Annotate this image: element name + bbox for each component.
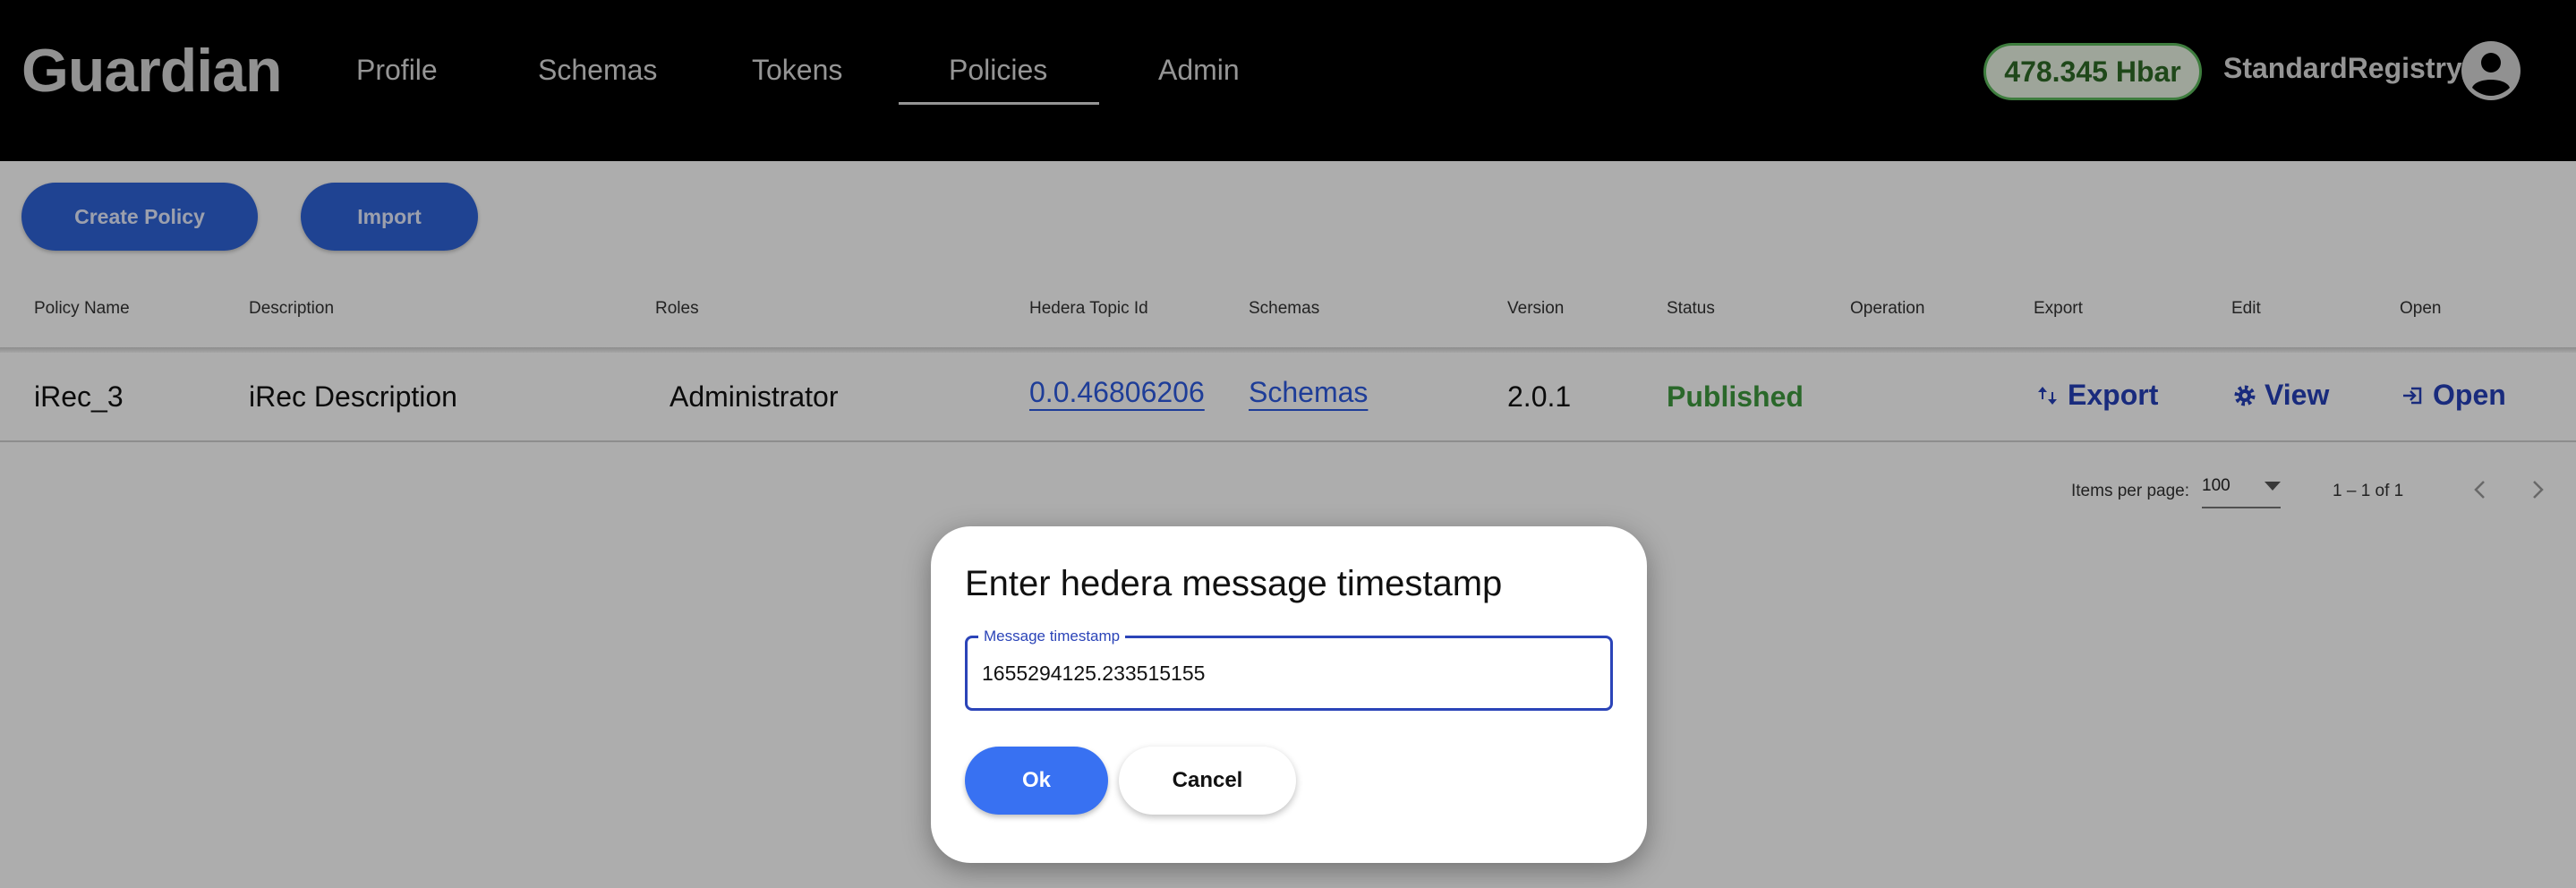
message-timestamp-label: Message timestamp: [978, 628, 1126, 645]
cancel-button[interactable]: Cancel: [1119, 747, 1296, 815]
message-timestamp-input[interactable]: [982, 662, 1599, 686]
message-timestamp-field[interactable]: Message timestamp: [965, 628, 1613, 711]
ok-button[interactable]: Ok: [965, 747, 1108, 815]
timestamp-dialog: Enter hedera message timestamp Message t…: [931, 526, 1647, 863]
dialog-title: Enter hedera message timestamp: [965, 564, 1503, 603]
